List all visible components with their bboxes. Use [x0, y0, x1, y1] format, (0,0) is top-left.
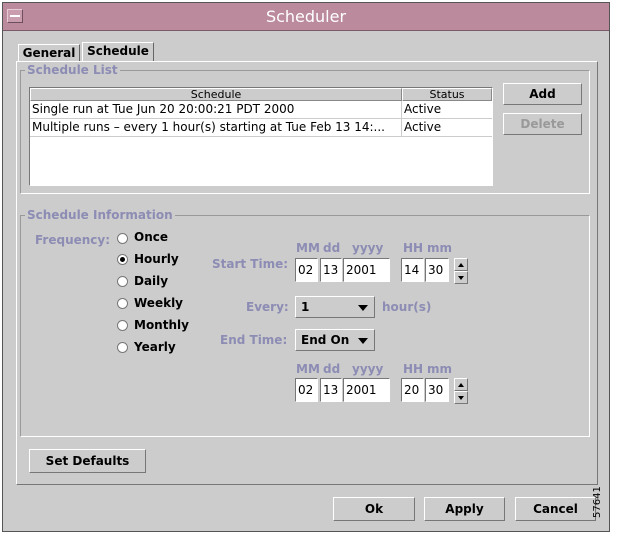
- frequency-once-label[interactable]: Once: [134, 230, 168, 244]
- frequency-hourly-label[interactable]: Hourly: [134, 252, 179, 266]
- month-header: MM: [296, 241, 320, 255]
- start-year-field[interactable]: 2001: [343, 258, 390, 282]
- frequency-once-radio[interactable]: [117, 233, 128, 244]
- start-day-field[interactable]: 13: [320, 258, 342, 282]
- schedule-list-legend: Schedule List: [25, 63, 120, 77]
- schedule-cell: Multiple runs – every 1 hour(s) starting…: [32, 120, 385, 134]
- end-minute-field[interactable]: 30: [425, 378, 449, 402]
- apply-button[interactable]: Apply: [424, 497, 505, 521]
- every-unit-label: hour(s): [382, 300, 432, 314]
- table-row[interactable]: Multiple runs – every 1 hour(s) starting…: [30, 119, 492, 137]
- year-header: yyyy: [352, 362, 384, 376]
- minute-header: mm: [427, 241, 453, 255]
- frequency-yearly-radio[interactable]: [117, 342, 128, 353]
- start-time-label: Start Time:: [212, 257, 289, 271]
- delete-button[interactable]: Delete: [503, 113, 582, 135]
- month-header: MM: [296, 362, 320, 376]
- add-button[interactable]: Add: [503, 83, 582, 105]
- end-mode-value: End On: [301, 333, 350, 347]
- spin-up-icon: [458, 263, 464, 267]
- tab-schedule[interactable]: Schedule: [82, 42, 154, 62]
- ok-button[interactable]: Ok: [333, 497, 415, 521]
- start-month-field[interactable]: 02: [295, 258, 318, 282]
- start-minute-field[interactable]: 30: [425, 258, 449, 282]
- hour-header: HH: [403, 241, 424, 255]
- every-value: 1: [301, 300, 310, 314]
- frequency-monthly-radio[interactable]: [117, 320, 128, 331]
- schedule-information-legend: Schedule Information: [25, 208, 175, 222]
- chevron-down-icon: [358, 305, 368, 311]
- spin-down-icon: [458, 396, 464, 400]
- frequency-weekly-label[interactable]: Weekly: [134, 296, 183, 310]
- end-mode-combo[interactable]: End On: [295, 329, 375, 351]
- end-year-field[interactable]: 2001: [343, 378, 390, 402]
- frequency-hourly-radio[interactable]: [117, 254, 128, 265]
- every-combo[interactable]: 1: [295, 296, 375, 318]
- frequency-daily-label[interactable]: Daily: [134, 274, 168, 288]
- end-day-field[interactable]: 13: [320, 378, 342, 402]
- schedule-cell: Single run at Tue Jun 20 20:00:21 PDT 20…: [32, 102, 295, 116]
- hour-header: HH: [403, 362, 424, 376]
- start-time-spin-down[interactable]: [454, 271, 468, 284]
- end-time-spin-up[interactable]: [454, 378, 468, 391]
- cancel-button[interactable]: Cancel: [515, 497, 596, 521]
- spin-up-icon: [458, 383, 464, 387]
- end-time-spin-down[interactable]: [454, 391, 468, 404]
- figure-id: 57641: [592, 486, 603, 518]
- minute-header: mm: [427, 362, 453, 376]
- column-header-schedule[interactable]: Schedule: [30, 88, 402, 101]
- frequency-weekly-radio[interactable]: [117, 298, 128, 309]
- start-time-spin-up[interactable]: [454, 258, 468, 271]
- end-month-field[interactable]: 02: [295, 378, 318, 402]
- set-defaults-button[interactable]: Set Defaults: [29, 449, 146, 473]
- year-header: yyyy: [352, 241, 384, 255]
- start-hour-field[interactable]: 14: [401, 258, 424, 282]
- every-label: Every:: [246, 300, 289, 314]
- table-row[interactable]: Single run at Tue Jun 20 20:00:21 PDT 20…: [30, 101, 492, 119]
- end-hour-field[interactable]: 20: [401, 378, 424, 402]
- column-header-status[interactable]: Status: [402, 88, 492, 101]
- spin-down-icon: [458, 276, 464, 280]
- status-cell: Active: [401, 101, 441, 118]
- day-header: dd: [323, 362, 341, 376]
- frequency-monthly-label[interactable]: Monthly: [134, 318, 189, 332]
- tab-general[interactable]: General: [18, 44, 80, 62]
- window-title: Scheduler: [265, 7, 347, 26]
- frequency-daily-radio[interactable]: [117, 276, 128, 287]
- day-header: dd: [323, 241, 341, 255]
- status-cell: Active: [401, 119, 441, 136]
- frequency-label: Frequency:: [35, 233, 111, 247]
- frequency-yearly-label[interactable]: Yearly: [134, 340, 176, 354]
- end-time-label: End Time:: [220, 333, 288, 347]
- chevron-down-icon: [358, 338, 368, 344]
